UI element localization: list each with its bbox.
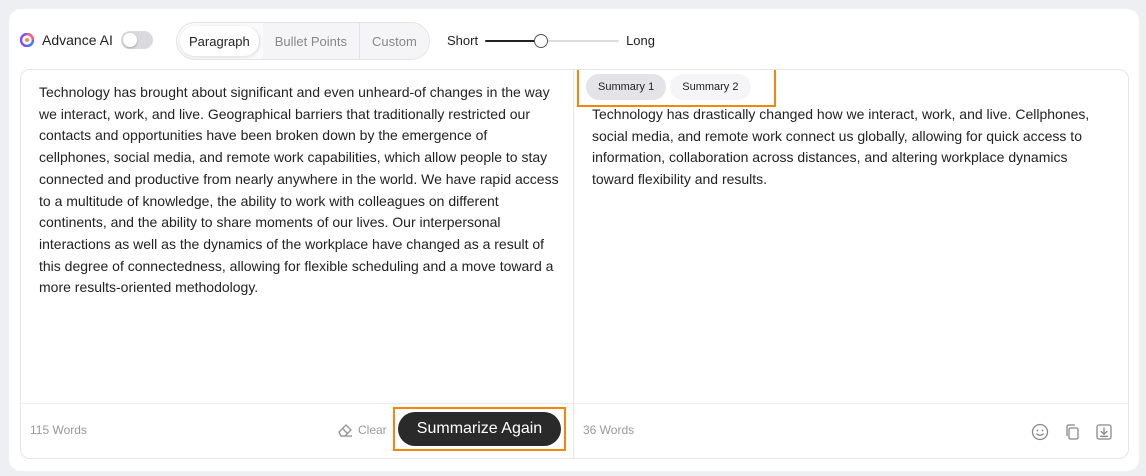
- clear-label: Clear: [358, 423, 387, 437]
- input-panel: Technology has brought about significant…: [21, 70, 574, 458]
- summarize-again-button[interactable]: Summarize Again: [398, 412, 561, 446]
- ai-logo-icon: [19, 32, 35, 48]
- summary-text: Technology has drastically changed how w…: [592, 106, 1090, 188]
- slider-thumb[interactable]: [534, 33, 549, 48]
- summary-tabs-highlight: Summary 1 Summary 2: [577, 70, 776, 107]
- toolbar: Advance AI Paragraph Bullet Points Custo…: [9, 9, 1139, 69]
- slider-fill: [485, 39, 542, 42]
- mode-bullet-points[interactable]: Bullet Points: [262, 23, 360, 59]
- output-word-count: 36 Words: [583, 423, 635, 437]
- advance-ai-toggle[interactable]: [120, 31, 153, 49]
- copy-icon[interactable]: [1062, 422, 1082, 442]
- eraser-icon: [338, 424, 352, 437]
- length-control: Short Long: [447, 33, 655, 48]
- advance-ai-label: Advance AI: [42, 32, 113, 48]
- summarize-highlight: Summarize Again: [393, 407, 566, 451]
- output-panel: Summary 1 Summary 2 Technology has drast…: [574, 70, 1128, 458]
- length-slider[interactable]: [485, 33, 620, 48]
- mode-custom[interactable]: Custom: [359, 23, 429, 59]
- output-actions: [1030, 422, 1114, 442]
- summary-mode-selector: Paragraph Bullet Points Custom: [176, 22, 430, 60]
- input-text[interactable]: Technology has brought about significant…: [39, 82, 559, 299]
- length-max-label: Long: [626, 33, 655, 48]
- editor-panels: Technology has brought about significant…: [20, 69, 1129, 459]
- tab-summary-1[interactable]: Summary 1: [586, 74, 667, 100]
- tab-summary-2[interactable]: Summary 2: [670, 74, 751, 100]
- summarizer-app: Advance AI Paragraph Bullet Points Custo…: [9, 9, 1139, 471]
- toggle-knob: [122, 33, 137, 47]
- mode-paragraph[interactable]: Paragraph: [180, 26, 260, 56]
- smile-icon[interactable]: [1030, 422, 1050, 442]
- advance-ai-control: Advance AI: [19, 31, 153, 49]
- clear-button[interactable]: Clear: [336, 421, 387, 439]
- input-word-count: 115 Words: [30, 423, 87, 437]
- download-icon[interactable]: [1094, 422, 1114, 442]
- input-footer: 115 Words Clear Summarize Again: [21, 403, 573, 458]
- output-footer: 36 Words: [574, 403, 1128, 458]
- length-min-label: Short: [447, 33, 479, 48]
